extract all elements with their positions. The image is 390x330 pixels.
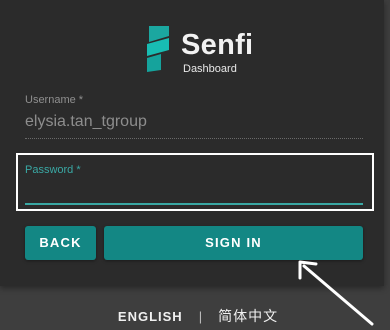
- back-button[interactable]: BACK: [25, 226, 96, 260]
- arrow-icon: [298, 260, 374, 326]
- senfi-logo-icon: [147, 26, 169, 72]
- login-card: Senfi Dashboard Username * elysia.tan_tg…: [0, 0, 384, 286]
- password-underline: [25, 203, 363, 205]
- brand-subtitle: Dashboard: [183, 63, 237, 75]
- username-label: Username *: [25, 94, 84, 106]
- password-input[interactable]: [25, 181, 363, 201]
- password-label: Password *: [25, 164, 81, 176]
- username-value: elysia.tan_tgroup: [25, 112, 363, 139]
- username-field: Username * elysia.tan_tgroup: [25, 94, 363, 139]
- brand-logo: Senfi Dashboard: [143, 24, 253, 76]
- brand-name: Senfi: [181, 29, 254, 61]
- language-separator: |: [198, 309, 203, 324]
- language-english-link[interactable]: ENGLISH: [118, 309, 183, 324]
- password-field: Password *: [25, 164, 363, 205]
- language-chinese-link[interactable]: 简体中文: [218, 308, 278, 324]
